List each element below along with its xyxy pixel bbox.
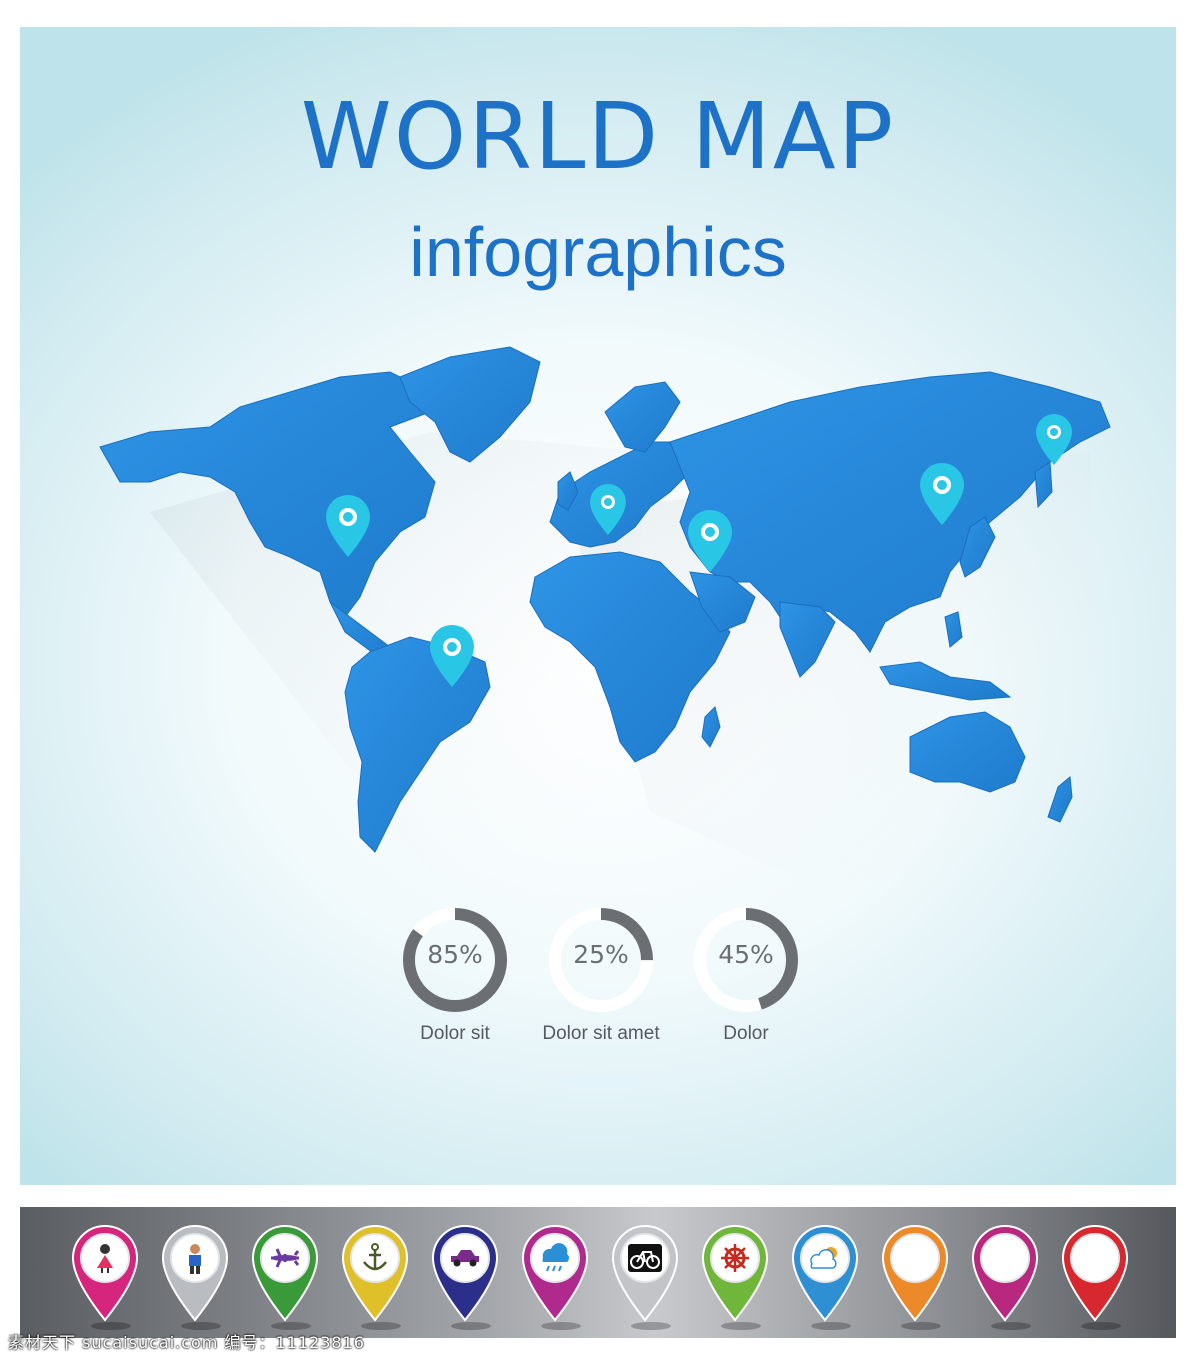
gauge-label: Dolor — [723, 1023, 769, 1044]
blank-pin-icon — [971, 1224, 1039, 1330]
bicycle-icon — [611, 1224, 679, 1330]
gauge-value: 45% — [718, 940, 774, 969]
gauge-3: 45% Dolor — [681, 905, 811, 1045]
blank-pin-icon — [1061, 1224, 1129, 1330]
page-title: WORLD MAP — [300, 83, 896, 190]
watermark: 素材天下 sucaisucai.com 编号：11123816 — [8, 1333, 365, 1352]
poster-background: WORLD MAP infographics 85% Dolor sit 25%… — [20, 27, 1176, 1185]
gauge-value: 85% — [427, 940, 483, 969]
rain-cloud-icon — [521, 1224, 589, 1330]
world-map — [99, 346, 1111, 892]
gauge-value: 25% — [573, 940, 629, 969]
car-icon — [431, 1224, 499, 1330]
man-icon — [161, 1224, 229, 1330]
icon-pin-strip — [20, 1207, 1176, 1338]
cloud-sun-icon — [791, 1224, 859, 1330]
airplane-icon — [251, 1224, 319, 1330]
page-subtitle: infographics — [409, 213, 787, 291]
ship-wheel-icon — [701, 1224, 769, 1330]
blank-pin-icon — [881, 1224, 949, 1330]
woman-icon — [71, 1224, 139, 1330]
anchor-icon — [341, 1224, 409, 1330]
